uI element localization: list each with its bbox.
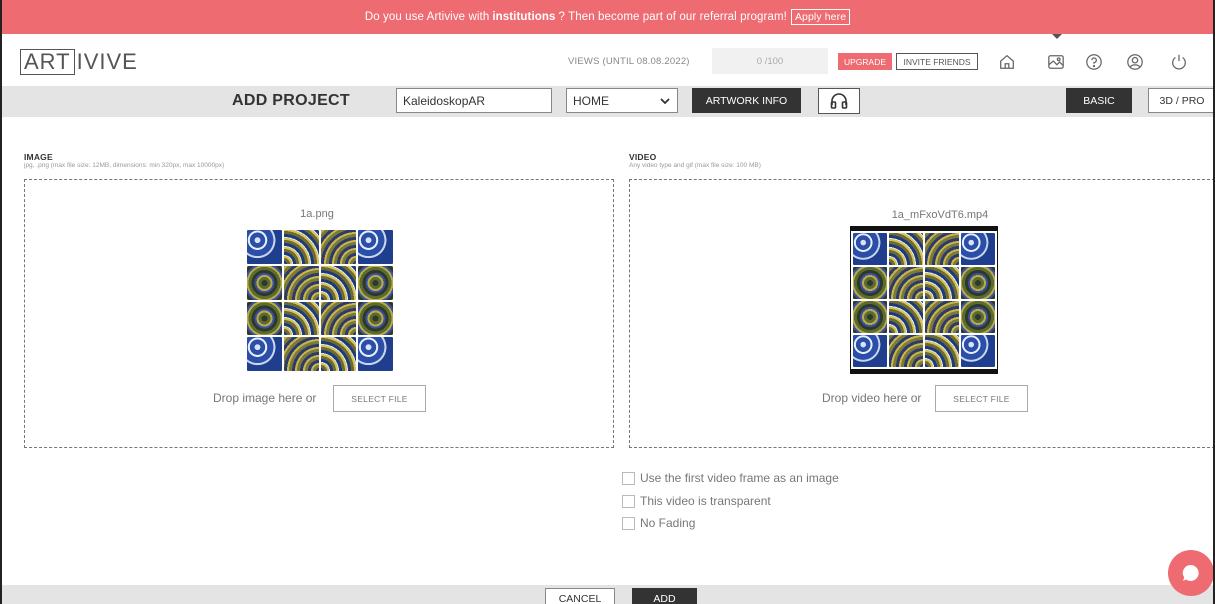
pro-mode-button[interactable]: 3D / PRO xyxy=(1148,88,1213,113)
project-toolbar: ADD PROJECT HOME ARTWORK INFO BASIC 3D /… xyxy=(2,86,1213,117)
app-frame: Do you use Artivive with institutions ? … xyxy=(0,0,1215,604)
no-fading-option[interactable]: No Fading xyxy=(622,516,695,530)
add-button[interactable]: ADD xyxy=(632,588,697,604)
page-title: ADD PROJECT xyxy=(232,92,350,109)
banner-text-end: ? Then become part of our referral progr… xyxy=(558,11,787,23)
top-header: ART IVIVE VIEWS (UNTIL 08.08.2022) 0 /10… xyxy=(2,34,1213,86)
image-section-hint: jpg, .png (max file size: 12MB, dimensio… xyxy=(24,162,225,169)
first-frame-option[interactable]: Use the first video frame as an image xyxy=(622,471,839,485)
first-frame-label: Use the first video frame as an image xyxy=(640,471,839,485)
video-drop-label: Drop video here or xyxy=(822,391,922,405)
active-nav-marker xyxy=(1052,34,1062,39)
banner-text-bold: institutions xyxy=(492,11,556,23)
home-icon[interactable] xyxy=(996,51,1018,73)
chat-bubble-icon xyxy=(1182,564,1199,581)
headphones-icon xyxy=(830,93,848,109)
logo-box-text: ART xyxy=(20,49,75,75)
video-select-file-button[interactable]: SELECT FILE xyxy=(935,385,1028,412)
video-section-title: VIDEO xyxy=(629,152,657,162)
project-name-input[interactable] xyxy=(396,88,552,113)
image-file-name: 1a.png xyxy=(300,208,334,220)
logout-icon[interactable] xyxy=(1168,51,1190,73)
cancel-button[interactable]: CANCEL xyxy=(545,588,615,604)
image-dropzone[interactable]: 1a.png Drop image here or SELECT FILE xyxy=(24,179,614,448)
image-drop-label: Drop image here or xyxy=(213,391,317,405)
views-label: VIEWS (UNTIL 08.08.2022) xyxy=(568,56,690,67)
video-section-hint: Any video type and gif (max file size: 1… xyxy=(629,162,761,169)
transparent-option[interactable]: This video is transparent xyxy=(622,494,771,508)
upgrade-button[interactable]: UPGRADE xyxy=(838,53,892,70)
banner-text-start: Do you use Artivive with xyxy=(364,11,490,23)
artwork-info-button[interactable]: ARTWORK INFO xyxy=(692,88,801,113)
video-preview xyxy=(850,226,998,374)
artivive-logo[interactable]: ART IVIVE xyxy=(20,48,138,76)
category-select[interactable]: HOME xyxy=(566,88,678,113)
logo-rest-text: IVIVE xyxy=(76,49,138,74)
apply-here-link[interactable]: Apply here xyxy=(790,9,851,25)
account-icon[interactable] xyxy=(1124,51,1146,73)
first-frame-checkbox[interactable] xyxy=(622,471,635,485)
no-fading-label: No Fading xyxy=(640,516,696,530)
chevron-down-icon xyxy=(660,97,670,104)
artworks-icon[interactable] xyxy=(1045,51,1067,73)
image-section-title: IMAGE xyxy=(24,152,53,162)
video-file-name: 1a_mFxoVdT6.mp4 xyxy=(891,209,989,221)
no-fading-checkbox[interactable] xyxy=(622,516,635,530)
invite-friends-button[interactable]: INVITE FRIENDS xyxy=(896,53,978,70)
transparent-label: This video is transparent xyxy=(640,494,771,508)
basic-mode-button[interactable]: BASIC xyxy=(1066,88,1132,113)
referral-banner: Do you use Artivive with institutions ? … xyxy=(2,0,1213,34)
footer-bar: CANCEL ADD xyxy=(2,585,1213,604)
image-preview xyxy=(245,228,395,373)
help-icon[interactable] xyxy=(1083,51,1105,73)
views-count: 0 /100 xyxy=(712,48,828,74)
chat-button[interactable] xyxy=(1168,550,1213,596)
image-select-file-button[interactable]: SELECT FILE xyxy=(333,385,426,412)
audio-button[interactable] xyxy=(818,88,860,114)
transparent-checkbox[interactable] xyxy=(622,494,635,508)
category-selected-value: HOME xyxy=(573,93,609,108)
video-dropzone[interactable]: 1a_mFxoVdT6.mp4 Drop video here or SELEC… xyxy=(629,179,1213,448)
